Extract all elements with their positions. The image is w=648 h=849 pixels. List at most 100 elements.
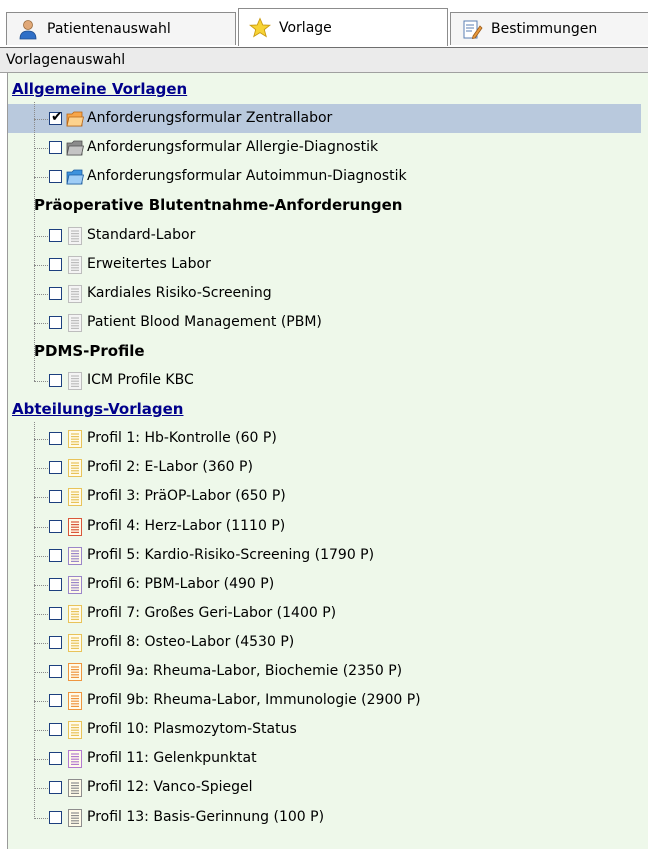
item-label: Anforderungsformular Allergie-Diagnostik: [87, 139, 379, 156]
tree-connector: [34, 759, 48, 761]
star-icon: [249, 16, 271, 37]
tree-item[interactable]: ✔ Anforderungsformular Zentrallabor: [8, 104, 641, 134]
item-label: Profil 7: Großes Geri-Labor (1400 P): [87, 604, 337, 621]
tree-connector: [34, 119, 48, 121]
item-checkbox[interactable]: [49, 781, 62, 795]
document-icon: [68, 313, 82, 332]
tree-item[interactable]: Profil 1: Hb-Kontrolle (60 P): [8, 424, 641, 453]
tab-patientenauswahl[interactable]: Patientenauswahl: [6, 12, 236, 45]
item-label: Profil 1: Hb-Kontrolle (60 P): [87, 430, 277, 447]
tree-connector: [34, 148, 48, 150]
document-icon: [68, 284, 82, 303]
tree-connector: [34, 526, 48, 528]
item-checkbox[interactable]: [49, 665, 62, 678]
subgroup-praeoperative-label: Präoperative Blutentnahme-Anforderungen: [34, 196, 403, 215]
tree-item[interactable]: Profil 9b: Rheuma-Labor, Immunologie (29…: [8, 686, 641, 715]
item-label: Anforderungsformular Zentrallabor: [87, 110, 333, 127]
group-allgemeine-vorlagen-label[interactable]: Allgemeine Vorlagen: [12, 80, 187, 98]
tree-item[interactable]: Profil 13: Basis-Gerinnung (100 P): [8, 803, 641, 832]
tree-item[interactable]: Profil 11: Gelenkpunktat: [8, 744, 641, 773]
tree-connector: [34, 322, 48, 324]
tree-item[interactable]: Anforderungsformular Autoimmun-Diagnosti…: [8, 162, 641, 191]
item-checkbox[interactable]: [49, 286, 62, 300]
document-icon: [68, 226, 82, 245]
tab-bestimmungen[interactable]: Bestimmungen: [450, 12, 648, 45]
item-label: Profil 10: Plasmozytom-Status: [87, 721, 297, 738]
document-icon: [68, 255, 82, 274]
item-label: Standard-Labor: [87, 226, 196, 243]
item-label: ICM Profile KBC: [87, 372, 194, 388]
tab-label: Patientenauswahl: [47, 21, 171, 37]
document-gray-icon: [68, 779, 82, 798]
item-checkbox[interactable]: [49, 257, 62, 271]
item-checkbox[interactable]: [49, 635, 62, 649]
item-checkbox[interactable]: [49, 519, 62, 533]
item-checkbox[interactable]: [49, 374, 62, 387]
tab-vorlage[interactable]: Vorlage: [238, 8, 448, 46]
item-checkbox[interactable]: [49, 548, 62, 562]
tree-connector: [34, 817, 48, 819]
tree-item[interactable]: Profil 3: PräOP-Labor (650 P): [8, 482, 641, 511]
item-checkbox[interactable]: [49, 141, 62, 155]
item-checkbox[interactable]: [49, 490, 62, 504]
tree-item[interactable]: Profil 12: Vanco-Spiegel: [8, 773, 641, 802]
tree-guide-line: [34, 422, 35, 818]
item-label: Profil 4: Herz-Labor (1110 P): [87, 517, 286, 534]
item-checkbox[interactable]: [49, 577, 62, 591]
tree-connector: [34, 497, 48, 499]
tree-connector: [34, 642, 48, 644]
item-checkbox[interactable]: [49, 606, 62, 620]
document-purple-icon: [68, 546, 82, 565]
group-abteilungs-vorlagen-label[interactable]: Abteilungs-Vorlagen: [12, 400, 183, 418]
document-red-icon: [68, 517, 82, 536]
tree-item[interactable]: Erweitertes Labor: [8, 250, 641, 279]
tree-item[interactable]: Profil 7: Großes Geri-Labor (1400 P): [8, 599, 641, 628]
document-yellow-icon: [68, 604, 82, 623]
tree-connector: [34, 788, 48, 790]
item-checkbox[interactable]: [49, 752, 62, 766]
tree-item[interactable]: Standard-Labor: [8, 221, 641, 250]
group-allgemeine-vorlagen: Allgemeine Vorlagen: [8, 75, 641, 104]
document-icon: [68, 372, 82, 390]
tree-connector: [34, 439, 48, 441]
tree-connector: [34, 264, 48, 266]
tree-item[interactable]: Patient Blood Management (PBM): [8, 308, 641, 337]
item-checkbox[interactable]: [49, 170, 62, 184]
item-checkbox[interactable]: ✔: [49, 109, 63, 126]
tree-item[interactable]: Profil 2: E-Labor (360 P): [8, 453, 641, 482]
tree-connector: [34, 730, 48, 732]
tree-item[interactable]: Profil 8: Osteo-Labor (4530 P): [8, 628, 641, 657]
tree-item[interactable]: Kardiales Risiko-Screening: [8, 279, 641, 308]
item-checkbox[interactable]: [49, 723, 62, 737]
folder-blue-icon: [66, 169, 84, 185]
document-gray-icon: [68, 808, 82, 827]
item-checkbox[interactable]: [49, 432, 62, 446]
tree-item[interactable]: Profil 4: Herz-Labor (1110 P): [8, 512, 641, 541]
item-checkbox[interactable]: [49, 694, 62, 708]
document-yellow-icon: [68, 430, 82, 449]
item-checkbox[interactable]: [49, 315, 62, 329]
document-orange-icon: [68, 692, 82, 711]
tree-connector: [34, 584, 48, 586]
document-orange-icon: [68, 663, 82, 681]
template-tree[interactable]: Allgemeine Vorlagen ✔ Anforderungsformular…: [7, 73, 648, 849]
document-yellow-icon: [68, 459, 82, 478]
tree-connector: [34, 672, 48, 673]
tree-item[interactable]: ICM Profile KBC: [8, 366, 641, 395]
tree-item[interactable]: Profil 6: PBM-Labor (490 P): [8, 570, 641, 599]
item-checkbox[interactable]: [49, 461, 62, 475]
item-checkbox[interactable]: [49, 810, 62, 824]
tree-item[interactable]: Profil 10: Plasmozytom-Status: [8, 715, 641, 744]
item-checkbox[interactable]: [49, 228, 62, 242]
tree-item[interactable]: Anforderungsformular Allergie-Diagnostik: [8, 133, 641, 162]
tree-item[interactable]: Profil 9a: Rheuma-Labor, Biochemie (2350…: [8, 657, 641, 686]
item-label: Kardiales Risiko-Screening: [87, 284, 272, 301]
subgroup-pdms-profile-label: PDMS-Profile: [34, 341, 145, 360]
tree-item[interactable]: Profil 5: Kardio-Risiko-Screening (1790 …: [8, 541, 641, 570]
tree-connector: [34, 177, 48, 179]
item-label: Profil 2: E-Labor (360 P): [87, 459, 253, 476]
tree-connector: [34, 701, 48, 703]
tree-guide-line: [34, 102, 35, 381]
item-label: Profil 8: Osteo-Labor (4530 P): [87, 633, 295, 650]
tree-connector: [34, 468, 48, 470]
